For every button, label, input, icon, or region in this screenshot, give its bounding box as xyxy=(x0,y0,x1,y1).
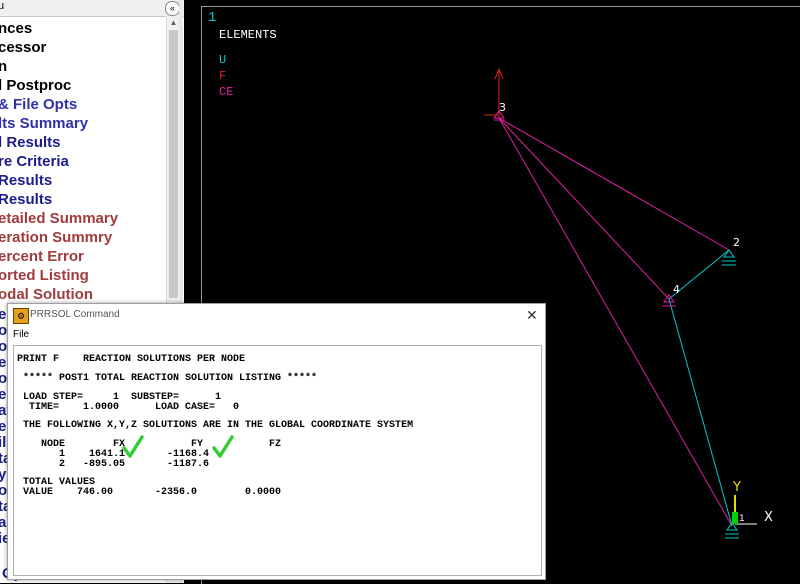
triad-x-label: X xyxy=(764,510,773,525)
menu-item[interactable]: Results xyxy=(0,171,52,190)
output-line: THE FOLLOWING X,Y,Z SOLUTIONS ARE IN THE… xyxy=(17,420,414,431)
triad-origin-marker xyxy=(732,512,738,524)
node-label-4: 4 xyxy=(673,283,680,296)
menu-scroll-thumb[interactable] xyxy=(169,30,178,298)
checkmark-fx-icon xyxy=(122,435,144,458)
collapse-menu-icon[interactable]: « xyxy=(165,1,180,16)
menu-item[interactable]: Results xyxy=(0,190,52,209)
dialog-menubar: File xyxy=(8,328,545,344)
command-output-area[interactable]: PRINT F REACTION SOLUTIONS PER NODE ****… xyxy=(13,345,542,576)
element-3-4 xyxy=(498,117,670,300)
menu-item[interactable]: nces xyxy=(0,19,32,38)
dialog-titlebar[interactable]: ⚙ PRRSOL Command ✕ xyxy=(8,304,545,328)
output-line: VALUE 746.00 -2356.0 0.0000 xyxy=(17,487,282,498)
menu-item[interactable]: etailed Summary xyxy=(0,209,118,228)
menu-item[interactable]: l Results xyxy=(0,133,61,152)
main-menu-title: u xyxy=(0,0,5,12)
close-icon[interactable]: ✕ xyxy=(526,307,538,324)
menu-item[interactable]: n xyxy=(0,57,7,76)
output-line: 2 -895.05 -1187.6 xyxy=(17,459,210,470)
checkmark-fy-icon xyxy=(212,435,234,458)
element-4-1 xyxy=(668,298,733,527)
node-label-2: 2 xyxy=(733,236,740,249)
main-menu-titlebar: u « xyxy=(0,0,184,17)
prrsol-command-dialog: ⚙ PRRSOL Command ✕ File PRINT F REACTION… xyxy=(7,303,546,580)
triad-y-label: Y xyxy=(732,480,741,495)
ansys-app-icon: ⚙ xyxy=(13,308,29,324)
menu-item[interactable]: cessor xyxy=(0,38,46,57)
element-3-2 xyxy=(498,117,730,251)
output-line: PRINT F REACTION SOLUTIONS PER NODE xyxy=(17,354,246,365)
dialog-title: PRRSOL Command xyxy=(30,309,120,320)
menu-item[interactable]: odal Solution xyxy=(0,285,93,304)
menu-item[interactable]: l Postproc xyxy=(0,76,71,95)
node-label-3: 3 xyxy=(499,101,506,114)
menu-file[interactable]: File xyxy=(13,329,29,340)
menu-item[interactable]: & File Opts xyxy=(0,95,77,114)
menu-item[interactable]: eration Summry xyxy=(0,228,112,247)
output-line: TIME= 1.0000 LOAD CASE= 0 xyxy=(17,402,240,413)
menu-item[interactable]: lts Summary xyxy=(0,114,88,133)
output-line: ***** POST1 TOTAL REACTION SOLUTION LIST… xyxy=(17,373,318,384)
support-symbol-node-2 xyxy=(722,249,736,266)
node-label-1: 1 xyxy=(739,514,745,524)
menu-item[interactable]: re Criteria xyxy=(0,152,69,171)
menu-item[interactable]: orted Listing xyxy=(0,266,89,285)
menu-item[interactable]: ercent Error xyxy=(0,247,84,266)
